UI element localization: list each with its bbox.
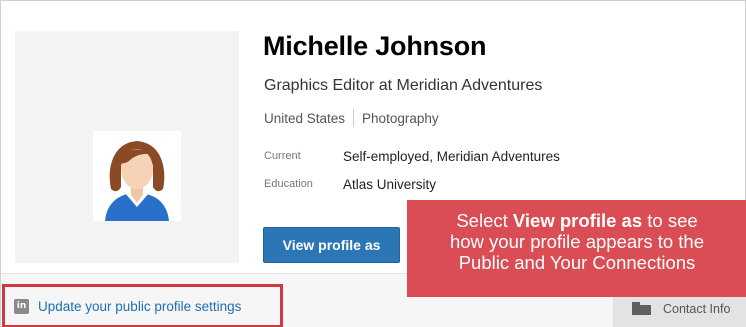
education-value[interactable]: Atlas University bbox=[343, 177, 436, 192]
photo-panel bbox=[15, 31, 239, 263]
view-profile-as-button[interactable]: View profile as bbox=[263, 227, 400, 263]
current-label: Current bbox=[264, 150, 301, 162]
current-value[interactable]: Self-employed, Meridian Adventures bbox=[343, 149, 560, 164]
callout-line-1: Select View profile as to see bbox=[456, 210, 698, 231]
profile-name: Michelle Johnson bbox=[263, 31, 487, 61]
callout-line-3: Public and Your Connections bbox=[458, 252, 696, 273]
profile-card: Michelle Johnson Graphics Editor at Meri… bbox=[0, 0, 746, 327]
contact-info-label: Contact Info bbox=[663, 301, 731, 316]
linkedin-icon: in bbox=[14, 298, 29, 314]
person-avatar-icon[interactable] bbox=[93, 131, 181, 221]
education-label: Education bbox=[264, 178, 313, 190]
callout-line-2: how your profile appears to the bbox=[449, 231, 704, 252]
folder-card-icon bbox=[632, 302, 651, 315]
location-link[interactable]: United States bbox=[264, 111, 345, 126]
industry-link[interactable]: Photography bbox=[362, 111, 439, 126]
public-profile-highlight: in Update your public profile settings bbox=[2, 284, 283, 327]
update-public-profile-link[interactable]: Update your public profile settings bbox=[38, 299, 241, 314]
meta-divider bbox=[353, 109, 355, 127]
tutorial-callout: Select View profile as to see how your p… bbox=[407, 200, 746, 297]
callout-emphasis: View profile as bbox=[512, 210, 643, 231]
profile-meta: United States Photography bbox=[264, 109, 439, 127]
profile-headline: Graphics Editor at Meridian Adventures bbox=[264, 77, 543, 94]
